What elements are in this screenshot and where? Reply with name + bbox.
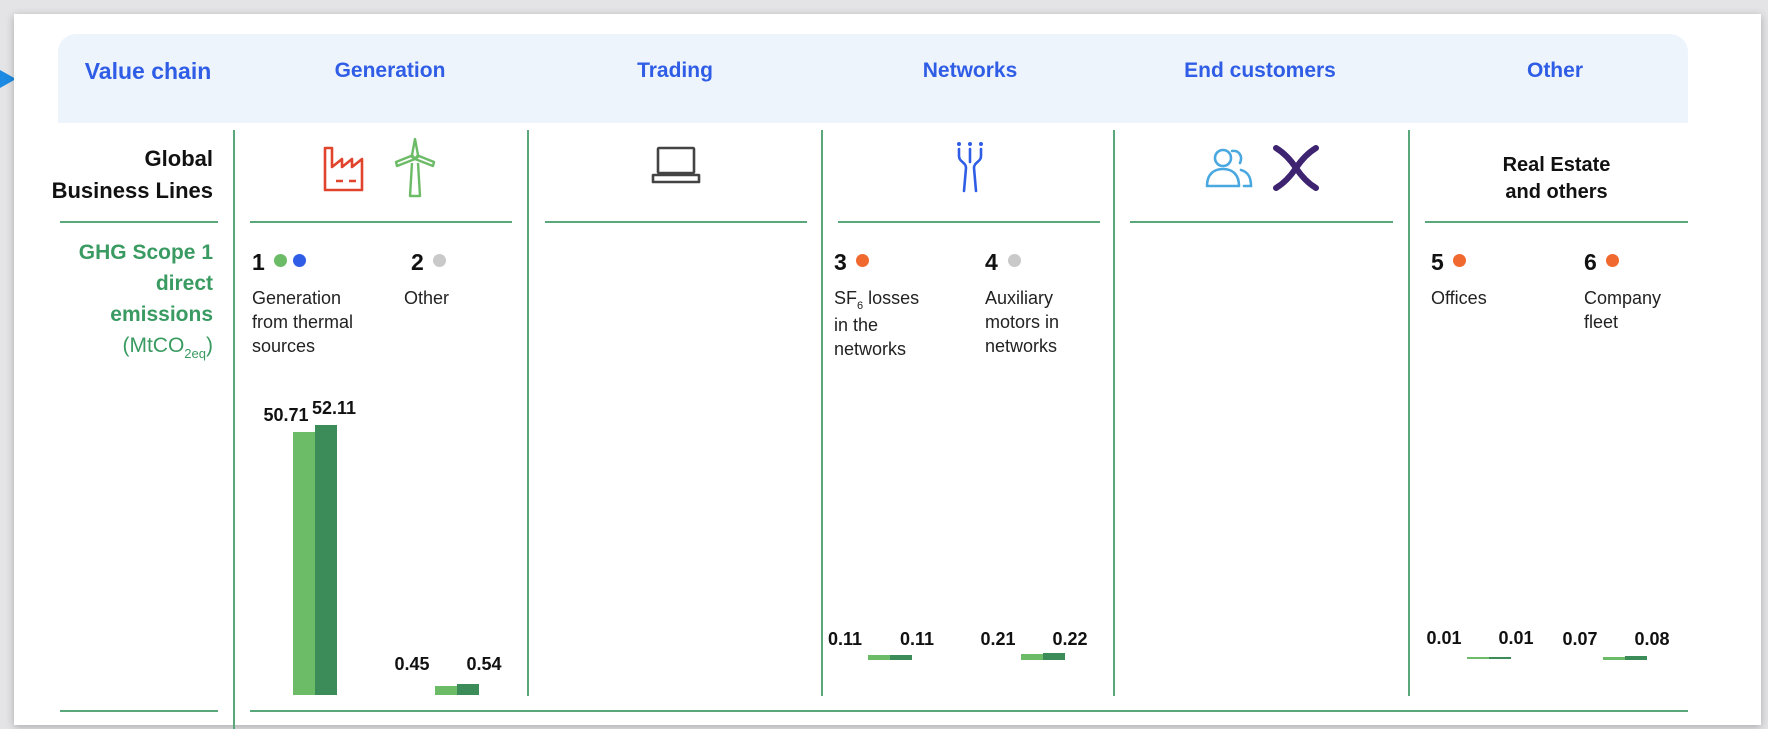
hline-end-customers [1130,221,1393,223]
header-end-customers: End customers [1184,59,1336,82]
item-6-number: 6 [1584,249,1597,275]
value-label-item-6-series-1: 0.07 [1562,629,1598,649]
bar-item-1-series-2 [315,425,337,695]
bar-item-6-series-2 [1625,656,1647,660]
hline-row-label [60,221,218,223]
bar-item-4-series-1 [1021,654,1043,660]
divider-networks-end-customers [1113,130,1115,696]
value-label-item-4-series-2: 0.22 [1052,629,1088,649]
header-trading: Trading [637,59,713,82]
bar-item-5-series-1 [1467,657,1489,659]
header-value-chain: Value chain [84,58,212,84]
divider-trading-networks [821,130,823,696]
bar-item-1-series-1 [293,432,315,695]
item-6-desc: Company fleet [1584,288,1662,332]
value-label-item-5-series-2: 0.01 [1498,628,1534,648]
item-3-desc: SF6 losses in the networks [834,288,920,359]
item-1-desc: Generation from thermal sources [252,288,354,356]
value-label-item-3-series-1: 0.11 [827,629,863,649]
bar-item-4-series-2 [1043,653,1065,660]
real-estate-label: Real Estate and others [1502,154,1611,203]
value-label-item-5-series-1: 0.01 [1426,628,1462,648]
bar-item-6-series-1 [1603,657,1625,660]
item-2-number: 2 [411,249,424,275]
item-1-dot-blue [293,254,306,267]
item-3-number: 3 [834,249,847,275]
item-4-number: 4 [985,249,998,275]
item-5-number: 5 [1431,249,1444,275]
wind-turbine-icon [394,137,436,198]
value-label-item-2-series-1: 0.45 [394,654,430,674]
ghg-scope-label: GHG Scope 1 direct emissions (MtCO2eq) [40,237,213,363]
global-business-lines-label: Global Business Lines [51,146,213,203]
bar-item-3-series-1 [868,655,890,660]
item-3-dot-orange [856,254,869,267]
hline-generation [250,221,512,223]
people-icon [1205,148,1253,188]
value-label-item-4-series-1: 0.21 [980,629,1016,649]
item-2-dot-gray [433,254,446,267]
item-1-number: 1 [252,249,265,275]
header-other: Other [1526,59,1583,82]
header-generation: Generation [334,59,446,82]
value-label-item-2-series-2: 0.54 [466,654,502,674]
item-6-dot-orange [1606,254,1619,267]
item-2-desc: Other [404,288,450,308]
hline-trading [545,221,807,223]
ghg-unit: (MtCO2eq) [122,334,213,361]
hline-bottom-left [60,710,218,712]
value-label-item-6-series-2: 0.08 [1634,629,1670,649]
divider-generation-trading [527,130,529,696]
header-networks: Networks [922,59,1018,82]
bar-item-2-series-1 [435,686,457,695]
bar-item-3-series-2 [890,655,912,660]
factory-icon [323,146,364,192]
item-4-dot-gray [1008,254,1021,267]
item-5-dot-orange [1453,254,1466,267]
divider-left [233,130,235,729]
brand-x-icon [1273,145,1319,191]
hline-bottom-main [250,710,1688,712]
value-label-item-3-series-2: 0.11 [899,629,935,649]
value-label-item-1-series-2: 52.11 [311,398,357,418]
item-1-dot-green [274,254,287,267]
divider-end-customers-other [1408,130,1410,696]
power-pylon-icon [957,142,983,193]
bar-item-2-series-2 [457,684,479,695]
bar-item-5-series-2 [1489,657,1511,659]
hline-networks [838,221,1100,223]
hline-other [1425,221,1688,223]
item-4-desc: Auxiliary motors in networks [985,288,1060,356]
item-5-desc: Offices [1431,288,1487,308]
laptop-icon [651,146,701,184]
